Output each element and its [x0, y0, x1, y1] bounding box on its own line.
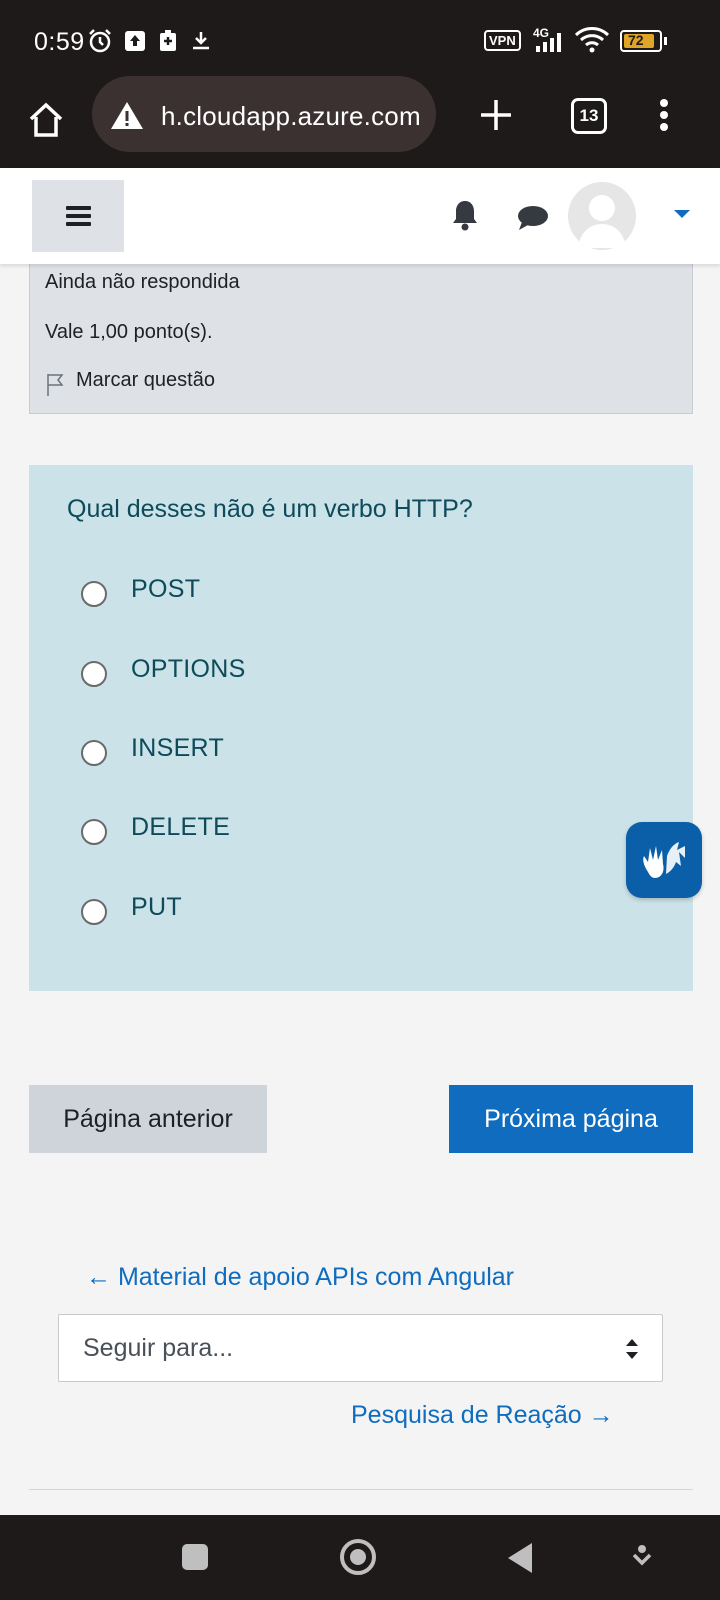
battery-icon: 72 [620, 30, 662, 52]
download-icon [193, 32, 209, 50]
bell-icon[interactable] [450, 198, 480, 232]
jump-to-value: Seguir para... [83, 1334, 234, 1362]
home-circle-icon[interactable] [340, 1539, 376, 1575]
chat-icon[interactable] [516, 204, 550, 232]
jump-to-select[interactable]: Seguir para... [58, 1314, 663, 1382]
battery-level: 72 [628, 32, 644, 48]
plus-icon[interactable] [478, 97, 514, 133]
flag-question-link[interactable]: Marcar questão [76, 369, 215, 392]
question-box: Qual desses não é um verbo HTTP? POST OP… [29, 465, 693, 991]
battery-tip [664, 37, 667, 45]
radio-button[interactable] [81, 581, 107, 607]
sign-language-icon [643, 842, 685, 878]
recents-icon[interactable] [182, 1544, 208, 1570]
more-vert-icon[interactable] [656, 97, 672, 133]
avatar[interactable] [568, 182, 636, 250]
radio-button[interactable] [81, 899, 107, 925]
home-icon[interactable] [26, 98, 66, 142]
answer-label[interactable]: INSERT [131, 734, 224, 763]
answer-option[interactable]: DELETE [81, 813, 481, 853]
answer-option[interactable]: OPTIONS [81, 655, 481, 695]
answer-option[interactable]: INSERT [81, 734, 481, 774]
radio-button[interactable] [81, 740, 107, 766]
previous-activity-link[interactable]: ← Material de apoio APIs com Angular [86, 1263, 514, 1292]
question-text: Qual desses não é um verbo HTTP? [67, 495, 473, 523]
hamburger-icon[interactable] [32, 180, 124, 252]
battery-saver-icon [160, 30, 176, 51]
site-navbar [0, 168, 720, 264]
back-icon[interactable] [508, 1543, 532, 1573]
select-arrows-icon [626, 1339, 638, 1359]
signal-icon [536, 33, 561, 52]
question-info: Ainda não respondida Vale 1,00 ponto(s).… [29, 250, 693, 414]
radio-button[interactable] [81, 661, 107, 687]
answer-label[interactable]: OPTIONS [131, 655, 246, 684]
keyboard-hide-icon[interactable] [630, 1543, 654, 1571]
url-text[interactable]: h.cloudapp.azure.com [161, 101, 421, 132]
divider [29, 1489, 693, 1490]
system-nav-bar [0, 1515, 720, 1600]
upload-icon [125, 31, 145, 51]
status-time: 0:59 [34, 28, 85, 56]
vpn-badge: VPN [484, 30, 521, 51]
answer-option[interactable]: PUT [81, 893, 481, 933]
tab-switcher-button[interactable]: 13 [571, 98, 607, 134]
previous-page-button[interactable]: Página anterior [29, 1085, 267, 1153]
answer-label[interactable]: PUT [131, 893, 182, 922]
caret-down-icon[interactable] [674, 210, 690, 218]
next-activity-link[interactable]: Pesquisa de Reação → [351, 1401, 614, 1430]
answer-label[interactable]: DELETE [131, 813, 230, 842]
wifi-icon [574, 27, 610, 53]
radio-button[interactable] [81, 819, 107, 845]
next-page-button[interactable]: Próxima página [449, 1085, 693, 1153]
answer-option[interactable]: POST [81, 575, 481, 615]
alarm-icon [89, 29, 111, 53]
question-state: Ainda não respondida [45, 271, 240, 293]
warning-icon[interactable] [110, 100, 144, 130]
flag-icon[interactable] [46, 373, 66, 397]
answer-label[interactable]: POST [131, 575, 200, 604]
sign-language-button[interactable] [626, 822, 702, 898]
status-bar: 0:59 VPN 4G 72 [0, 0, 720, 80]
question-grade: Vale 1,00 ponto(s). [45, 321, 213, 343]
